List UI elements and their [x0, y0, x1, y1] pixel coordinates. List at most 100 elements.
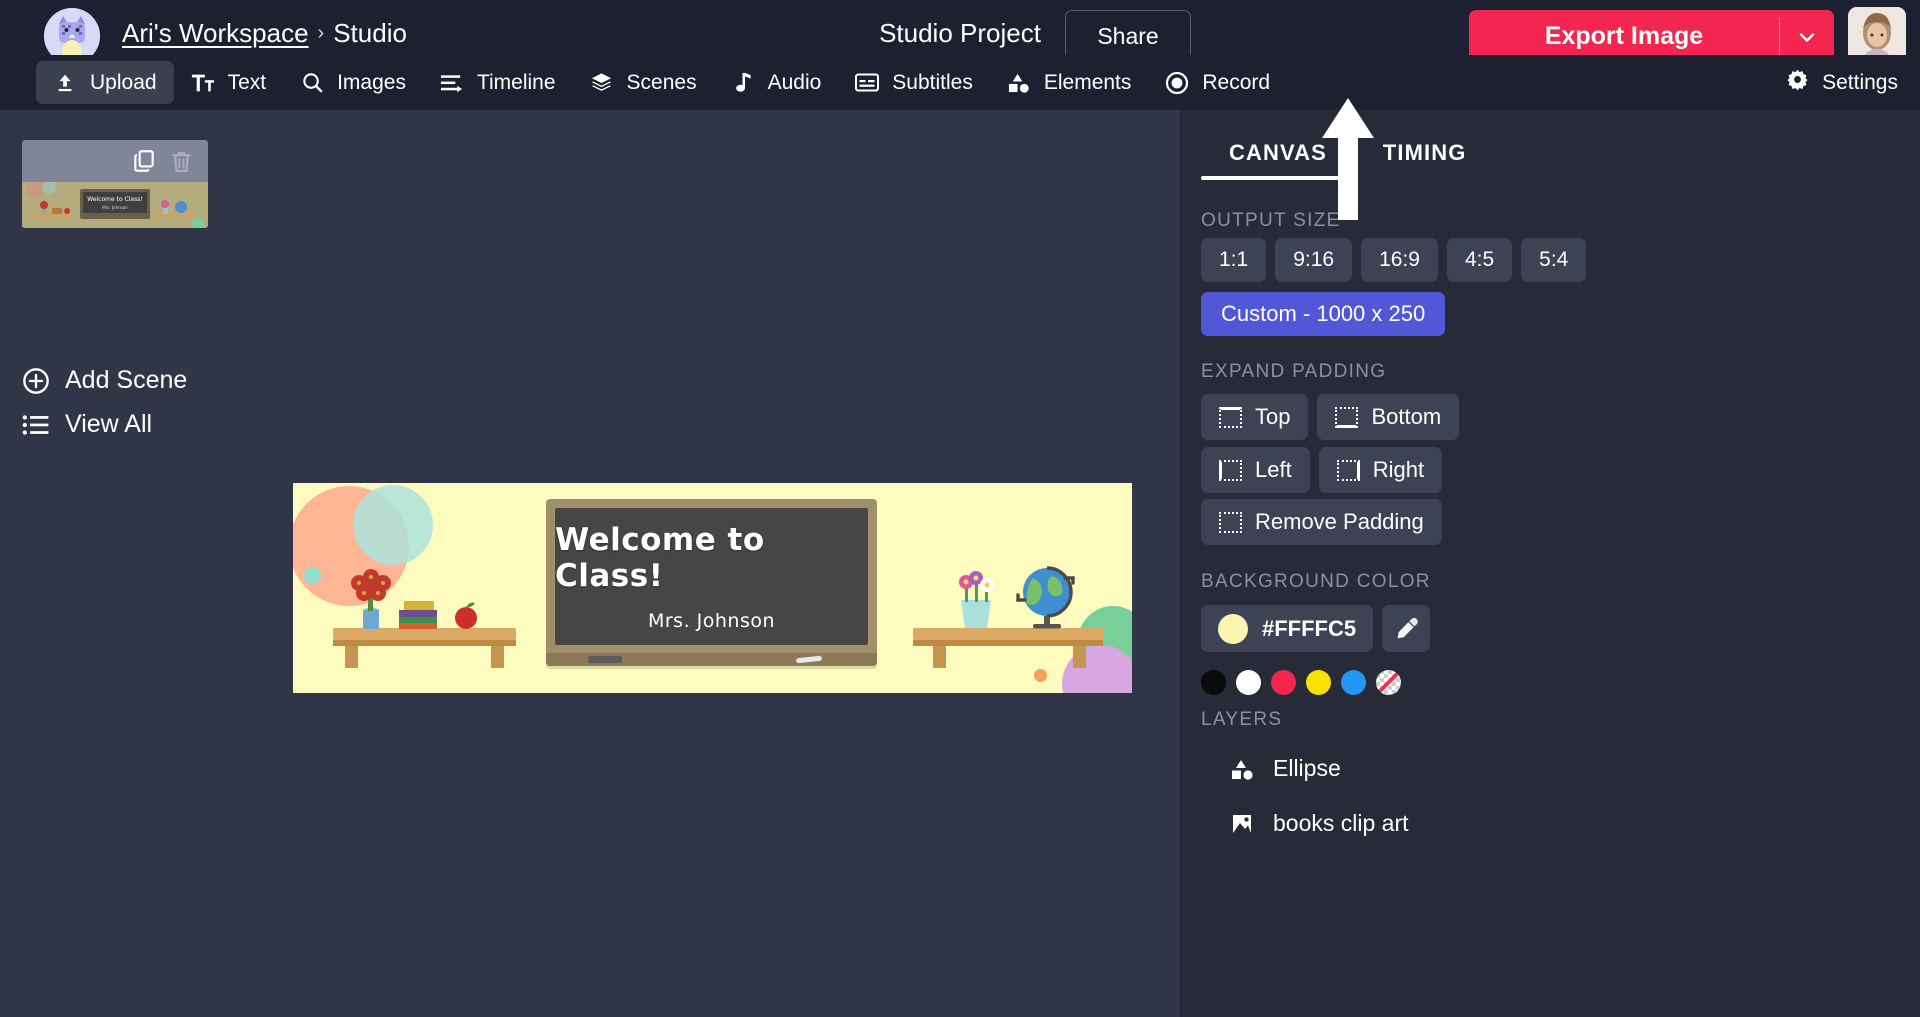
view-all-button[interactable]: View All	[22, 410, 152, 439]
padding-left-button[interactable]: Left	[1201, 447, 1310, 493]
color-presets	[1201, 670, 1401, 695]
custom-size-row: Custom - 1000 x 250	[1201, 292, 1445, 336]
timeline-icon	[440, 71, 464, 95]
tool-elements[interactable]: Elements	[990, 61, 1149, 104]
background-color-row: #FFFFC5	[1201, 605, 1430, 652]
tool-audio[interactable]: Audio	[714, 61, 839, 104]
chalkboard-ledge	[546, 653, 877, 666]
padding-bottom-button[interactable]: Bottom	[1317, 394, 1459, 440]
tool-text-label: Text	[228, 71, 267, 95]
tool-upload-label: Upload	[90, 71, 157, 95]
tab-canvas[interactable]: CANVAS	[1201, 132, 1355, 180]
expand-padding-label: EXPAND PADDING	[1201, 361, 1386, 383]
eyedropper-button[interactable]	[1382, 605, 1430, 652]
search-icon	[300, 71, 324, 95]
layer-item-books-label: books clip art	[1273, 810, 1409, 837]
eraser-icon	[588, 656, 622, 663]
ratio-16-9[interactable]: 16:9	[1361, 238, 1438, 282]
chevron-down-icon	[1795, 25, 1819, 49]
custom-size-button[interactable]: Custom - 1000 x 250	[1201, 292, 1445, 336]
view-all-label: View All	[65, 410, 152, 439]
background-color-value: #FFFFC5	[1262, 616, 1356, 642]
ratio-1-1[interactable]: 1:1	[1201, 238, 1266, 282]
output-size-label: OUTPUT SIZE	[1201, 210, 1341, 232]
color-preset-black[interactable]	[1201, 670, 1226, 695]
background-color-field[interactable]: #FFFFC5	[1201, 605, 1373, 652]
properties-panel: CANVAS TIMING OUTPUT SIZE 1:1 9:16 16:9 …	[1178, 110, 1920, 1017]
shapes-icon	[1007, 71, 1031, 95]
padding-left-label: Left	[1255, 457, 1292, 483]
trash-icon[interactable]	[169, 149, 194, 174]
padding-right-label: Right	[1373, 457, 1424, 483]
canvas-artboard[interactable]: Welcome to Class! Mrs. Johnson	[293, 483, 1132, 693]
right-shelf-scene	[905, 538, 1120, 683]
color-preset-red[interactable]	[1271, 670, 1296, 695]
padding-left-icon	[1219, 460, 1242, 481]
color-preset-blue[interactable]	[1341, 670, 1366, 695]
shapes-icon	[1229, 757, 1255, 781]
tool-settings[interactable]: Settings	[1786, 68, 1898, 97]
tool-subtitles-label: Subtitles	[892, 71, 973, 95]
color-preset-transparent[interactable]	[1376, 670, 1401, 695]
svg-text:Welcome to Class!: Welcome to Class!	[87, 196, 142, 203]
padding-row-1: Top Bottom	[1201, 394, 1459, 440]
padding-top-label: Top	[1255, 404, 1290, 430]
main-toolbar: Upload Text Images	[0, 55, 1920, 110]
tool-audio-label: Audio	[768, 71, 822, 95]
eyedropper-icon	[1393, 616, 1419, 642]
tool-timeline[interactable]: Timeline	[423, 61, 573, 104]
tool-settings-label: Settings	[1822, 71, 1898, 95]
tool-record[interactable]: Record	[1148, 61, 1287, 104]
add-scene-label: Add Scene	[65, 366, 187, 395]
color-preset-yellow[interactable]	[1306, 670, 1331, 695]
add-scene-button[interactable]: Add Scene	[22, 366, 187, 395]
image-icon	[1229, 812, 1255, 836]
tool-scenes[interactable]: Scenes	[573, 61, 714, 104]
tool-elements-label: Elements	[1044, 71, 1132, 95]
chalkboard[interactable]: Welcome to Class! Mrs. Johnson	[546, 499, 877, 666]
tool-record-label: Record	[1202, 71, 1270, 95]
padding-top-button[interactable]: Top	[1201, 394, 1308, 440]
tool-upload[interactable]: Upload	[36, 61, 174, 104]
color-preset-white[interactable]	[1236, 670, 1261, 695]
canvas-headline: Welcome to Class!	[555, 522, 868, 594]
padding-row-2: Left Right	[1201, 447, 1442, 493]
layers-label: LAYERS	[1201, 709, 1282, 731]
ratio-4-5[interactable]: 4:5	[1447, 238, 1512, 282]
padding-top-icon	[1219, 407, 1242, 428]
padding-right-icon	[1337, 460, 1360, 481]
left-workspace-panel: Welcome to Class! Mrs. Johnson	[0, 110, 1178, 1017]
tool-text[interactable]: Text	[174, 61, 284, 104]
left-shelf-scene	[311, 538, 526, 683]
background-color-label: BACKGROUND COLOR	[1201, 571, 1431, 593]
layer-item-books[interactable]: books clip art	[1229, 810, 1409, 837]
tab-timing[interactable]: TIMING	[1355, 132, 1495, 180]
plus-circle-icon	[22, 367, 50, 395]
remove-padding-icon	[1219, 512, 1242, 533]
output-size-ratios: 1:1 9:16 16:9 4:5 5:4	[1201, 238, 1586, 282]
layer-item-ellipse-label: Ellipse	[1273, 755, 1341, 782]
duplicate-icon[interactable]	[131, 148, 157, 174]
upload-icon	[53, 71, 77, 95]
layer-item-ellipse[interactable]: Ellipse	[1229, 755, 1341, 782]
text-icon	[191, 71, 215, 95]
tool-images[interactable]: Images	[283, 61, 423, 104]
scene-thumbnail-preview: Welcome to Class! Mrs. Johnson	[22, 182, 208, 228]
list-icon	[22, 413, 50, 437]
record-icon	[1165, 71, 1189, 95]
svg-text:Mrs. Johnson: Mrs. Johnson	[102, 205, 128, 210]
tool-subtitles[interactable]: Subtitles	[838, 61, 990, 104]
ratio-5-4[interactable]: 5:4	[1521, 238, 1586, 282]
remove-padding-button[interactable]: Remove Padding	[1201, 499, 1442, 545]
padding-right-button[interactable]: Right	[1319, 447, 1442, 493]
chalkboard-surface: Welcome to Class! Mrs. Johnson	[555, 508, 868, 645]
music-note-icon	[731, 71, 755, 95]
layers-stack-icon	[590, 71, 614, 95]
ratio-9-16[interactable]: 9:16	[1275, 238, 1352, 282]
panel-tabs: CANVAS TIMING	[1201, 132, 1494, 180]
gear-icon	[1786, 68, 1809, 97]
scene-thumbnail-actions	[22, 140, 208, 182]
tool-timeline-label: Timeline	[477, 71, 556, 95]
tool-scenes-label: Scenes	[627, 71, 697, 95]
scene-thumbnail[interactable]: Welcome to Class! Mrs. Johnson	[22, 140, 208, 228]
